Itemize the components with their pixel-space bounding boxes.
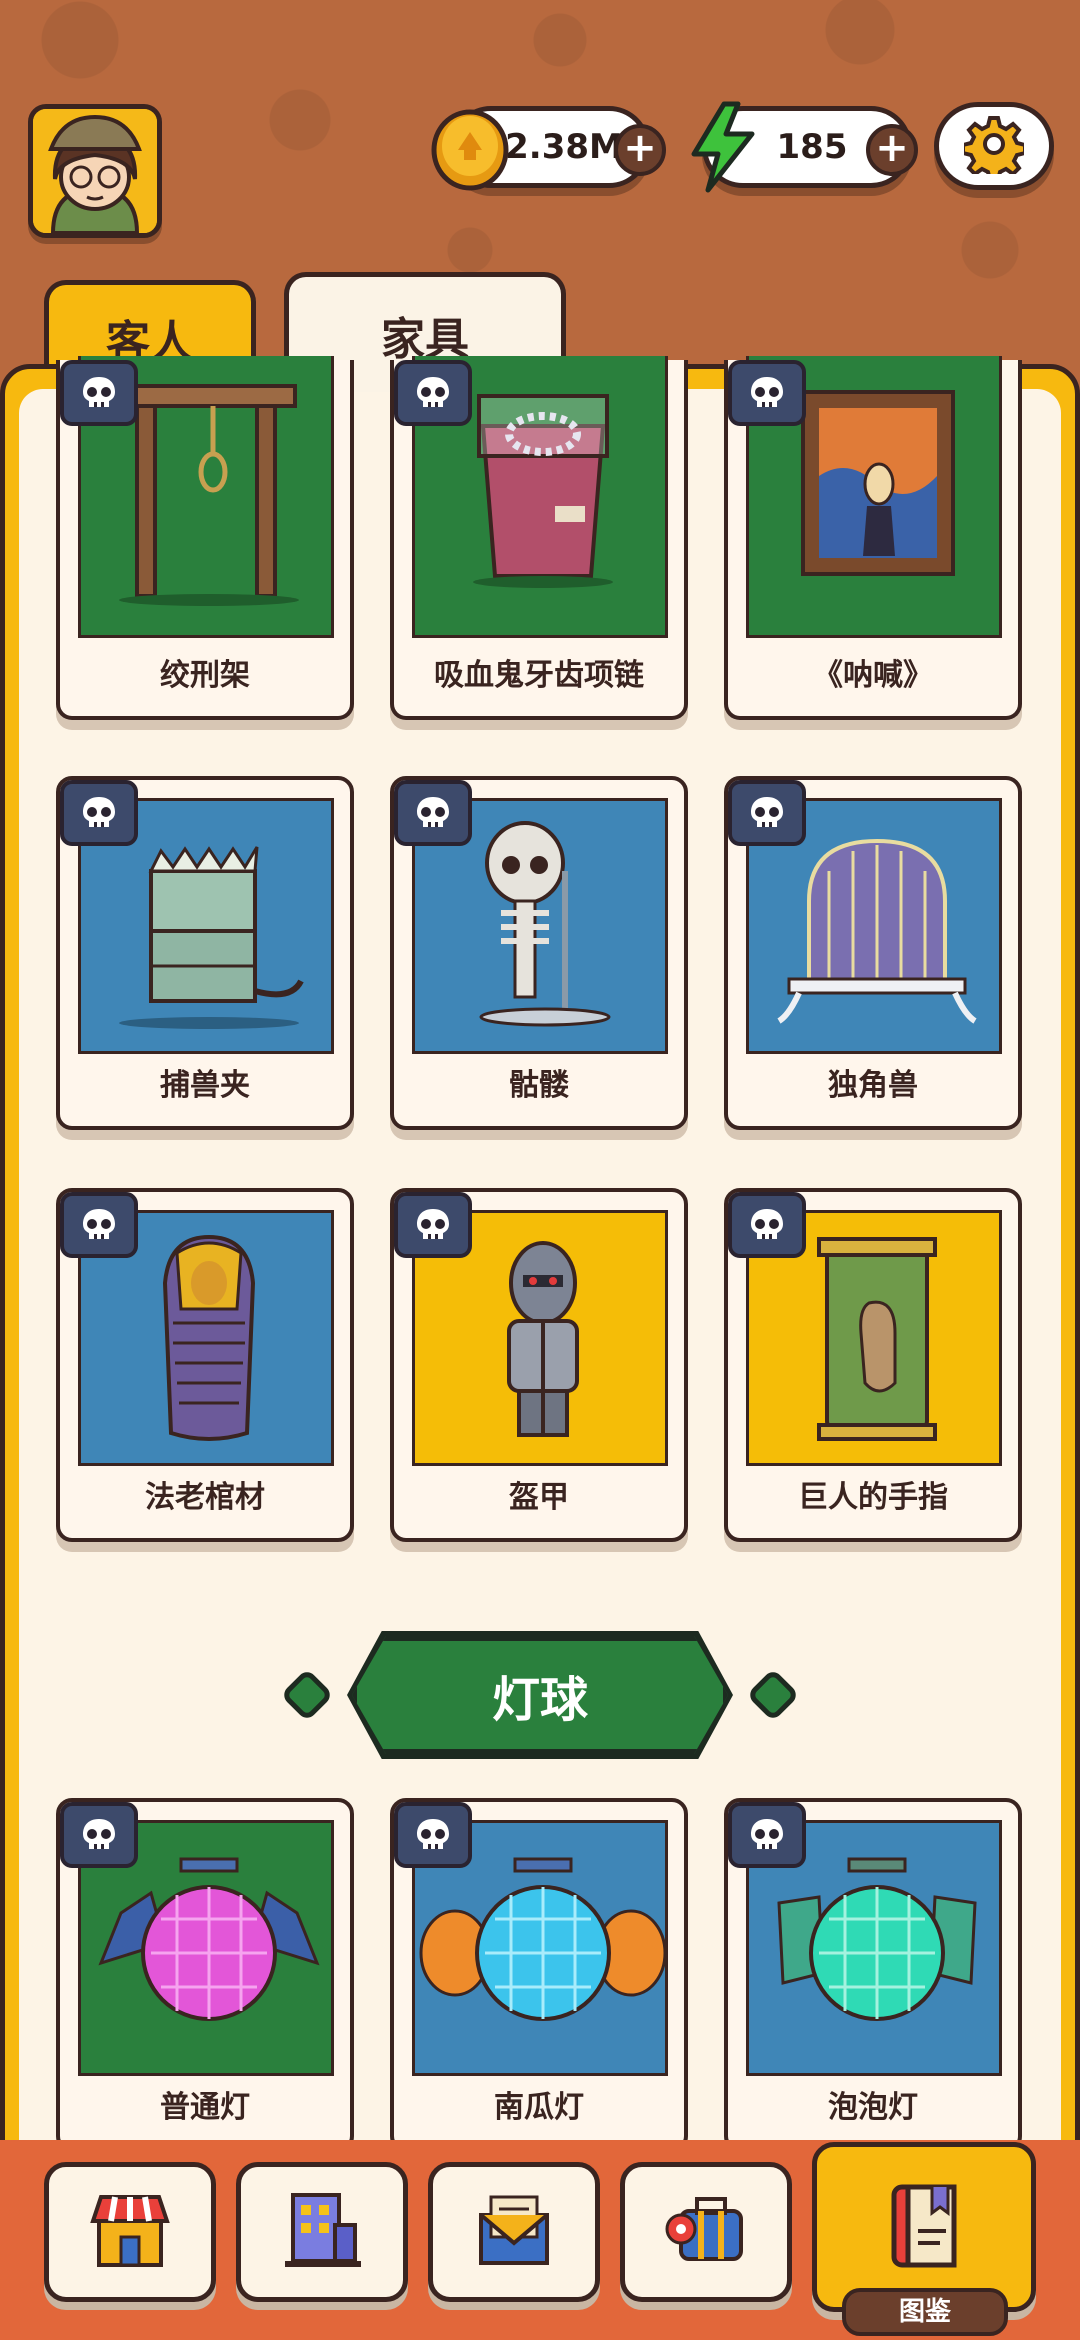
gear-icon — [961, 114, 1027, 182]
card-label: 捕兽夹 — [160, 1068, 250, 1103]
settings-button[interactable] — [934, 102, 1054, 190]
card-label: 《呐喊》 — [813, 658, 933, 693]
skull-icon — [394, 1802, 472, 1868]
light-card-pumpkin[interactable]: 南瓜灯 — [390, 1798, 688, 2152]
section-title: 灯球 — [352, 1636, 728, 1754]
travel-icon — [661, 2185, 751, 2279]
add-coins-button[interactable]: + — [614, 124, 666, 176]
card-label: 法老棺材 — [145, 1480, 265, 1515]
coin-value: 2.38M — [505, 127, 623, 167]
skull-icon — [728, 780, 806, 846]
furniture-card-skeleton[interactable]: 骷髅 — [390, 776, 688, 1130]
card-label: 巨人的手指 — [798, 1480, 948, 1515]
card-label: 普通灯 — [160, 2090, 250, 2125]
nav-travel-button[interactable] — [620, 2162, 792, 2302]
shop-icon — [85, 2185, 175, 2279]
light-card-normal[interactable]: 普通灯 — [56, 1798, 354, 2152]
add-energy-button[interactable]: + — [866, 124, 918, 176]
light-card-bubble[interactable]: 泡泡灯 — [724, 1798, 1022, 2152]
furniture-card-giants-finger[interactable]: 巨人的手指 — [724, 1188, 1022, 1542]
card-label: 骷髅 — [509, 1068, 569, 1103]
card-label: 独角兽 — [828, 1068, 918, 1103]
furniture-card-vampire-fang-necklace[interactable]: 吸血鬼牙齿项链 — [390, 356, 688, 720]
card-label: 盔甲 — [509, 1480, 569, 1515]
nav-catalog-label: 图鉴 — [842, 2288, 1008, 2336]
furniture-card-armor[interactable]: 盔甲 — [390, 1188, 688, 1542]
card-label: 绞刑架 — [160, 658, 250, 693]
card-label: 南瓜灯 — [494, 2090, 584, 2125]
skull-icon — [394, 780, 472, 846]
card-label: 泡泡灯 — [828, 2090, 918, 2125]
furniture-card-pharaoh-coffin[interactable]: 法老棺材 — [56, 1188, 354, 1542]
skull-icon — [394, 1192, 472, 1258]
furniture-card-unicorn[interactable]: 独角兽 — [724, 776, 1022, 1130]
skull-icon — [728, 360, 806, 426]
skull-icon — [728, 1802, 806, 1868]
nav-shop-button[interactable] — [44, 2162, 216, 2302]
avatar[interactable] — [28, 104, 162, 238]
energy-icon — [680, 98, 764, 194]
nav-catalog-button[interactable] — [812, 2142, 1036, 2312]
furniture-card-the-scream[interactable]: 《呐喊》 — [724, 356, 1022, 720]
furniture-card-bear-trap[interactable]: 捕兽夹 — [56, 776, 354, 1130]
furniture-card-gallows[interactable]: 绞刑架 — [56, 356, 354, 720]
skull-icon — [60, 1802, 138, 1868]
skull-icon — [60, 360, 138, 426]
skull-icon — [60, 780, 138, 846]
building-icon — [277, 2185, 367, 2279]
skull-icon — [394, 360, 472, 426]
section-title-text: 灯球 — [491, 1672, 588, 1728]
card-label: 吸血鬼牙齿项链 — [434, 658, 644, 693]
book-icon — [874, 2175, 974, 2279]
skull-icon — [728, 1192, 806, 1258]
energy-value: 185 — [776, 127, 848, 167]
nav-mail-button[interactable] — [428, 2162, 600, 2302]
skull-icon — [60, 1192, 138, 1258]
coin-icon — [428, 98, 512, 194]
mail-icon — [469, 2185, 559, 2279]
nav-building-button[interactable] — [236, 2162, 408, 2302]
